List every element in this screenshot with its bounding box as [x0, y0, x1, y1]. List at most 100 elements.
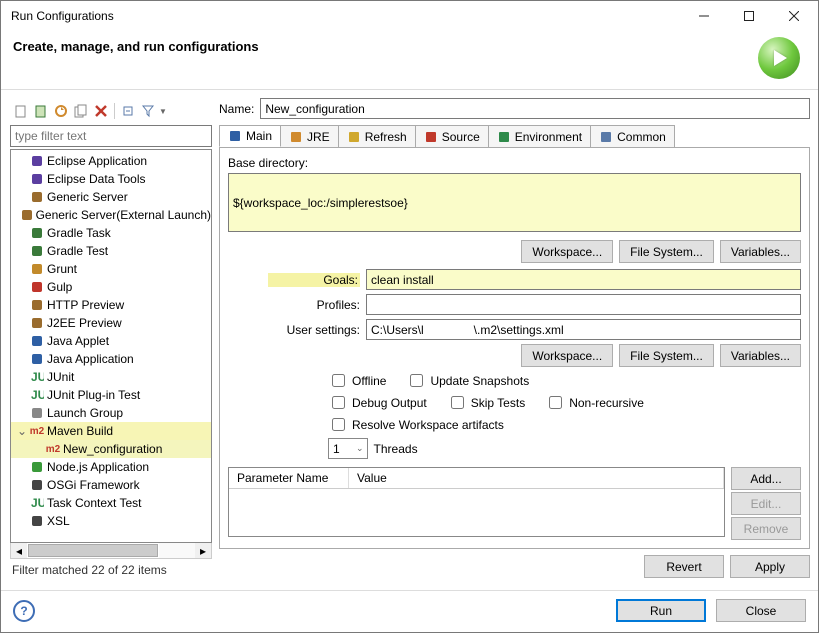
- tree-item[interactable]: JUTask Context Test: [11, 494, 211, 512]
- tree-item-icon: [29, 171, 45, 187]
- workspace-button-2[interactable]: Workspace...: [521, 344, 613, 367]
- duplicate-icon[interactable]: [72, 102, 90, 120]
- tree-item-icon: [29, 153, 45, 169]
- filter-dropdown-icon[interactable]: ▼: [159, 107, 167, 116]
- goals-input[interactable]: [366, 269, 801, 290]
- svg-text:JU: JU: [31, 388, 44, 402]
- param-value-header: Value: [349, 468, 724, 488]
- tree-item[interactable]: Gulp: [11, 278, 211, 296]
- update-snapshots-checkbox[interactable]: Update Snapshots: [406, 371, 529, 390]
- tab-main-panel: Base directory: Workspace... File System…: [219, 148, 810, 549]
- svg-text:JU: JU: [31, 496, 44, 510]
- tree-item[interactable]: XSL: [11, 512, 211, 530]
- titlebar: Run Configurations: [1, 1, 818, 31]
- remove-button: Remove: [731, 517, 801, 540]
- profiles-input[interactable]: [366, 294, 801, 315]
- tree-item[interactable]: JUJUnit Plug-in Test: [11, 386, 211, 404]
- variables-button-2[interactable]: Variables...: [720, 344, 801, 367]
- tree-item-maven[interactable]: ⌄m2Maven Build: [11, 422, 211, 440]
- tree-item-icon: JU: [29, 387, 45, 403]
- tree-hscroll[interactable]: ◂ ▸: [10, 543, 212, 559]
- tree-item-icon: JU: [29, 495, 45, 511]
- tab-source[interactable]: Source: [415, 125, 489, 147]
- maximize-button[interactable]: [726, 2, 771, 30]
- tab-common[interactable]: Common: [590, 125, 675, 147]
- tree-item[interactable]: Eclipse Application: [11, 152, 211, 170]
- scroll-thumb[interactable]: [28, 544, 158, 557]
- offline-checkbox[interactable]: Offline: [328, 371, 386, 390]
- tree-item[interactable]: Generic Server: [11, 188, 211, 206]
- user-settings-input[interactable]: [366, 319, 801, 340]
- tree-item[interactable]: Java Applet: [11, 332, 211, 350]
- maven-icon: m2: [45, 441, 61, 457]
- config-tree[interactable]: Eclipse ApplicationEclipse Data ToolsGen…: [10, 149, 212, 543]
- tree-item[interactable]: Eclipse Data Tools: [11, 170, 211, 188]
- name-label: Name:: [219, 102, 254, 116]
- filesystem-button-1[interactable]: File System...: [619, 240, 714, 263]
- tree-item-icon: [29, 297, 45, 313]
- minimize-button[interactable]: [681, 2, 726, 30]
- tab-main[interactable]: Main: [219, 125, 281, 147]
- tree-item-icon: [29, 405, 45, 421]
- tree-item-new-config[interactable]: m2New_configuration: [11, 440, 211, 458]
- new-proto-icon[interactable]: [32, 102, 50, 120]
- delete-icon[interactable]: [92, 102, 110, 120]
- variables-button-1[interactable]: Variables...: [720, 240, 801, 263]
- add-button[interactable]: Add...: [731, 467, 801, 490]
- tree-item-icon: [29, 261, 45, 277]
- close-dialog-button[interactable]: Close: [716, 599, 806, 622]
- tree-item[interactable]: OSGi Framework: [11, 476, 211, 494]
- tree-item-icon: [29, 477, 45, 493]
- base-dir-input[interactable]: [228, 173, 801, 232]
- tree-item[interactable]: Gradle Test: [11, 242, 211, 260]
- run-button[interactable]: Run: [616, 599, 706, 622]
- filesystem-button-2[interactable]: File System...: [619, 344, 714, 367]
- skip-tests-checkbox[interactable]: Skip Tests: [447, 393, 525, 412]
- tree-item-icon: [29, 243, 45, 259]
- tree-item[interactable]: Launch Group: [11, 404, 211, 422]
- collapse-icon[interactable]: [119, 102, 137, 120]
- tab-jre[interactable]: JRE: [280, 125, 339, 147]
- tree-item-icon: [29, 315, 45, 331]
- close-button[interactable]: [771, 2, 816, 30]
- tab-icon: [497, 130, 511, 144]
- resolve-workspace-checkbox[interactable]: Resolve Workspace artifacts: [328, 415, 504, 434]
- goals-label: Goals:: [268, 273, 360, 287]
- tree-item[interactable]: J2EE Preview: [11, 314, 211, 332]
- tree-item[interactable]: JUJUnit: [11, 368, 211, 386]
- help-icon[interactable]: ?: [13, 600, 35, 622]
- tab-refresh[interactable]: Refresh: [338, 125, 416, 147]
- scroll-right-icon[interactable]: ▸: [195, 543, 211, 558]
- tree-item-icon: [29, 189, 45, 205]
- tree-item[interactable]: Java Application: [11, 350, 211, 368]
- threads-spinner[interactable]: ⌄: [328, 438, 368, 459]
- params-table[interactable]: Parameter Name Value: [228, 467, 725, 537]
- expand-icon[interactable]: ⌄: [15, 424, 29, 438]
- non-recursive-checkbox[interactable]: Non-recursive: [545, 393, 644, 412]
- tree-item-icon: [29, 513, 45, 529]
- svg-text:JU: JU: [31, 370, 44, 384]
- tree-item[interactable]: Grunt: [11, 260, 211, 278]
- apply-button[interactable]: Apply: [730, 555, 810, 578]
- footer: ? Run Close: [1, 590, 818, 632]
- revert-button[interactable]: Revert: [644, 555, 724, 578]
- filter-icon[interactable]: [139, 102, 157, 120]
- tab-environment[interactable]: Environment: [488, 125, 591, 147]
- threads-label: Threads: [374, 442, 418, 456]
- tab-icon: [599, 130, 613, 144]
- tree-item[interactable]: Generic Server(External Launch): [11, 206, 211, 224]
- tree-item-icon: [29, 225, 45, 241]
- new-config-icon[interactable]: [12, 102, 30, 120]
- tree-item[interactable]: HTTP Preview: [11, 296, 211, 314]
- export-icon[interactable]: [52, 102, 70, 120]
- name-input[interactable]: [260, 98, 810, 119]
- filter-status: Filter matched 22 of 22 items: [10, 559, 212, 581]
- debug-output-checkbox[interactable]: Debug Output: [328, 393, 427, 412]
- scroll-left-icon[interactable]: ◂: [11, 543, 27, 558]
- tree-item[interactable]: Gradle Task: [11, 224, 211, 242]
- tree-item[interactable]: Node.js Application: [11, 458, 211, 476]
- filter-input[interactable]: [10, 125, 212, 147]
- maven-icon: m2: [29, 423, 45, 439]
- workspace-button-1[interactable]: Workspace...: [521, 240, 613, 263]
- param-name-header: Parameter Name: [229, 468, 349, 488]
